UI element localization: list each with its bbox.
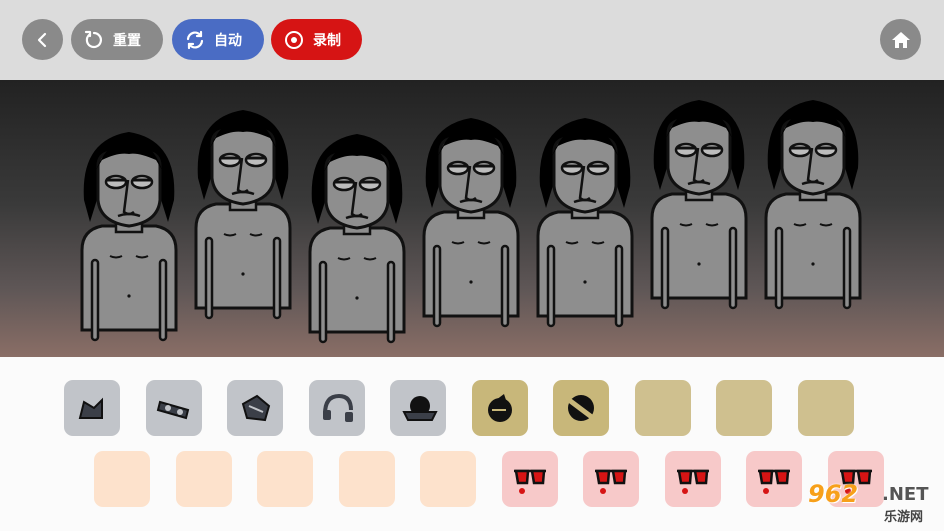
sync-icon [186,30,204,49]
hat-icon [78,397,103,419]
performer-6[interactable] [650,98,748,310]
stripe-ball-icon [567,395,595,421]
top-toolbar: 重置 自动 录制 [0,0,944,80]
sound-slot-bottom-3[interactable] [257,451,313,507]
reset-label: 重置 [113,32,141,49]
cap-icon [402,396,438,421]
stage [0,80,944,357]
site-watermark: 962 .NET 乐游网 [808,478,942,528]
sound-slot-bottom-5[interactable] [420,451,476,507]
sound-slot-top-10[interactable] [797,380,854,436]
performer-3[interactable] [308,132,406,344]
orb-icon [487,394,512,422]
sound-slot-bottom-2[interactable] [175,451,232,507]
watermark-suffix: .NET [882,484,929,505]
sunglasses-icon [595,469,627,494]
reset-button[interactable]: 重置 [71,19,163,60]
record-button[interactable]: 录制 [271,19,362,60]
sound-slot-top-5[interactable] [390,380,446,436]
sound-slot-bottom-9[interactable] [746,451,802,507]
performers-layer [80,98,862,344]
sound-slot-bottom-4[interactable] [338,451,395,507]
sound-slot-top-7[interactable] [553,380,609,436]
performer-2[interactable] [194,108,292,320]
auto-label: 自动 [214,32,242,49]
sound-palette [0,357,944,531]
back-button[interactable] [22,19,63,60]
sound-slot-bottom-7[interactable] [583,451,639,507]
sound-slot-top-3[interactable] [227,380,283,436]
sound-slot-top-9[interactable] [716,380,772,436]
sound-slot-bottom-8[interactable] [664,451,721,507]
watermark-site: 乐游网 [884,510,924,525]
helmet-icon [241,394,271,422]
sound-slot-top-6[interactable] [471,380,528,436]
record-icon [285,30,303,49]
performer-1[interactable] [80,130,178,342]
sunglasses-icon [513,469,546,494]
auto-button[interactable]: 自动 [172,19,264,60]
home-button[interactable] [880,19,921,60]
sound-slot-top-4[interactable] [308,380,365,436]
sound-slot-top-8[interactable] [634,380,691,436]
home-icon [891,31,910,48]
sound-slot-top-1[interactable] [64,380,120,436]
sound-slot-bottom-6[interactable] [501,451,558,507]
chevron-left-icon [37,32,46,47]
sound-slot-top-2[interactable] [145,380,202,436]
record-label: 录制 [313,32,341,49]
watermark-number: 962 [808,480,859,508]
performer-5[interactable] [536,116,634,328]
headphones-icon [322,393,353,422]
sound-slot-bottom-1[interactable] [94,451,150,507]
reset-icon [84,30,102,48]
mask-icon [156,400,189,420]
performer-7[interactable] [764,98,862,310]
sunglasses-icon [758,469,790,494]
sunglasses-icon [676,469,709,494]
performer-4[interactable] [422,116,520,328]
